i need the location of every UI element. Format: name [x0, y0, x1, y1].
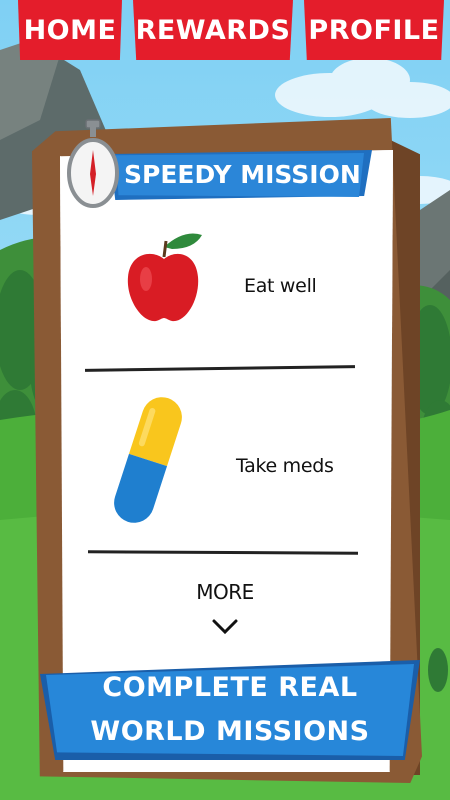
tab-profile-label: PROFILE [308, 14, 440, 46]
mission-item-eat-well[interactable]: Eat well [80, 225, 370, 345]
tab-rewards-label: REWARDS [135, 14, 291, 46]
more-button[interactable]: MORE [190, 580, 260, 604]
mission-item-take-meds[interactable]: Take meds [80, 395, 370, 525]
apple-icon [127, 233, 202, 322]
pill-icon [114, 397, 182, 523]
chevron-down-icon[interactable] [211, 618, 239, 636]
promo-line-1: COMPLETE REAL [102, 672, 358, 703]
tab-home-label: HOME [23, 14, 117, 46]
app-screen: HOME REWARDS PROFILE SPEEDY MISSION Eat … [0, 0, 450, 800]
mission-label-take-meds: Take meds [236, 455, 334, 477]
tab-rewards[interactable]: REWARDS [133, 0, 293, 60]
promo-line-2: WORLD MISSIONS [90, 716, 370, 747]
tab-home[interactable]: HOME [18, 0, 122, 60]
stopwatch-icon [67, 119, 119, 208]
mission-label-eat-well: Eat well [244, 275, 317, 297]
mission-title: SPEEDY MISSION [124, 160, 361, 189]
tab-profile[interactable]: PROFILE [304, 0, 444, 60]
